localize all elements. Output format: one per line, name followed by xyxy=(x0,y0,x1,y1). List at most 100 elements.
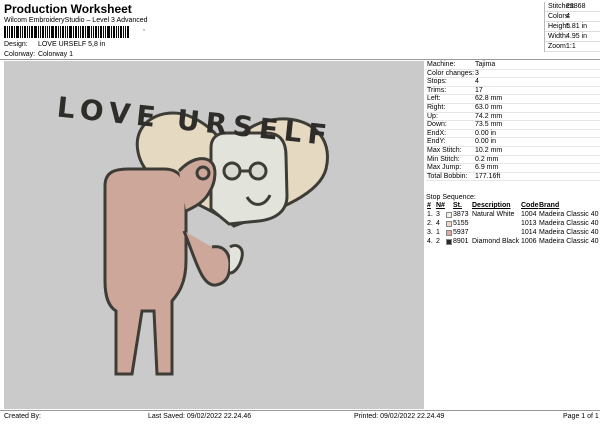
property-label: Trims: xyxy=(427,86,447,94)
barcode-bar xyxy=(118,26,119,38)
property-value: 0.00 in xyxy=(475,138,497,146)
barcode xyxy=(4,26,142,38)
barcode-bar xyxy=(95,26,97,38)
seq-stitches: 5937 xyxy=(453,229,469,236)
property-row: Machine: Tajima xyxy=(426,61,600,70)
barcode-bar xyxy=(27,26,28,38)
property-value: 10.2 mm xyxy=(475,146,503,154)
seq-needle: 1 xyxy=(436,229,440,236)
design-preview-canvas[interactable]: LOVE URSELF xyxy=(4,61,424,409)
barcode-bar xyxy=(116,26,117,38)
stat-value: 1:1 xyxy=(566,43,576,50)
barcode-bar xyxy=(125,26,126,38)
person-body xyxy=(103,167,188,376)
property-value: 6.9 mm xyxy=(475,164,499,172)
seq-hash: 2. xyxy=(427,220,433,227)
property-value: 73.5 mm xyxy=(475,121,503,129)
barcode-bar xyxy=(69,26,72,38)
property-row: Up: 74.2 mm xyxy=(426,113,600,122)
stat-row-height: Height: 5.81 in xyxy=(545,22,600,32)
design-value: LOVE URSELF 5,8 in xyxy=(37,41,106,48)
stop-sequence-rows: 1. 3 3873 Natural White 1004 Madeira Classic … xyxy=(426,210,600,246)
barcode-bar xyxy=(65,26,66,38)
seq-needle: 3 xyxy=(436,211,440,218)
property-value: 62.8 mm xyxy=(475,95,503,103)
barcode-bar xyxy=(47,26,48,38)
stat-label: Zoom: xyxy=(548,43,568,50)
barcode-bar xyxy=(103,26,104,38)
barcode-bar xyxy=(29,26,30,38)
embroidery-design: LOVE URSELF xyxy=(55,91,334,376)
stop-sequence: Stop Sequence: # N# St. Description Code… xyxy=(426,194,600,246)
property-label: EndY: xyxy=(427,138,446,146)
col-st: St. xyxy=(453,202,462,209)
barcode-bar xyxy=(105,26,106,38)
stop-sequence-title: Stop Sequence: xyxy=(426,194,476,201)
barcode-bar xyxy=(60,26,61,38)
barcode-bar xyxy=(42,26,44,38)
property-value: 63.0 mm xyxy=(475,103,503,111)
property-value: 177.16ft xyxy=(475,172,501,180)
last-saved: Last Saved: 09/02/2022 22.24.46 xyxy=(148,413,252,420)
barcode-bar xyxy=(49,26,50,38)
stop-sequence-row: 3. 1 5937 1014 Madeira Classic 40 xyxy=(426,228,600,237)
barcode-bar xyxy=(4,26,6,38)
property-row: Total Bobbin: 177.16ft xyxy=(426,173,600,182)
stat-row-colors: Colors: 4 xyxy=(545,12,600,22)
property-label: Total Bobbin: xyxy=(427,172,468,180)
barcode-bar xyxy=(111,26,112,38)
barcode-bar xyxy=(7,26,8,38)
barcode-bar xyxy=(58,26,59,38)
stat-row-stitches: Stitches: 23868 xyxy=(545,2,600,12)
colorway-info: Colorway: Colorway 1 xyxy=(4,51,73,58)
seq-needle: 4 xyxy=(436,220,440,227)
barcode-bar xyxy=(85,26,86,38)
barcode-bar xyxy=(127,26,129,38)
footer-divider xyxy=(0,410,600,411)
col-n: N# xyxy=(436,202,445,209)
property-label: Right: xyxy=(427,103,446,111)
barcode-bar xyxy=(67,26,68,38)
barcode-bar xyxy=(78,26,79,38)
stat-value: 4.95 in xyxy=(566,33,588,40)
barcode-bar xyxy=(9,26,10,38)
property-value: 17 xyxy=(475,86,483,94)
barcode-bar xyxy=(51,26,54,38)
seq-hash: 3. xyxy=(427,229,433,236)
barcode-bar xyxy=(22,26,23,38)
property-row: Max Stitch: 10.2 mm xyxy=(426,147,600,156)
person-arm xyxy=(182,230,232,287)
barcode-bar xyxy=(91,26,92,38)
barcode-bar xyxy=(16,26,19,38)
barcode-bar xyxy=(38,26,39,38)
barcode-bar xyxy=(100,26,102,38)
barcode-bar xyxy=(82,26,84,38)
barcode-bar xyxy=(31,26,33,38)
col-desc: Description xyxy=(472,202,511,209)
stop-sequence-row: 2. 4 5155 1013 Madeira Classic 40 xyxy=(426,219,600,228)
property-row: Right: 63.0 mm xyxy=(426,104,600,113)
stat-value: 23868 xyxy=(566,3,586,10)
barcode-bar xyxy=(24,26,26,38)
barcode-bar xyxy=(11,26,13,38)
barcode-bar xyxy=(93,26,94,38)
property-row: Down: 73.5 mm xyxy=(426,121,600,130)
stats-panel: Stitches: 23868 Colors: 4 Height: 5.81 in W… xyxy=(544,2,600,52)
property-row: Stops: 4 xyxy=(426,78,600,87)
barcode-bar xyxy=(40,26,41,38)
seq-code: 1014 xyxy=(521,229,537,236)
barcode-bar xyxy=(73,26,74,38)
property-value: 4 xyxy=(475,78,479,86)
property-row: Left: 62.8 mm xyxy=(426,95,600,104)
barcode-bar xyxy=(120,26,122,38)
seq-stitches: 5155 xyxy=(453,220,469,227)
color-swatch xyxy=(446,238,452,245)
property-label: Up: xyxy=(427,112,438,120)
design-label: Design: xyxy=(4,41,28,48)
seq-stitches: 8901 xyxy=(453,238,469,245)
worksheet-title: Production Worksheet xyxy=(4,2,132,16)
seq-stitches: 3873 xyxy=(453,211,469,218)
barcode-bar xyxy=(20,26,21,38)
property-label: Min Stitch: xyxy=(427,155,460,163)
barcode-bar xyxy=(14,26,15,38)
